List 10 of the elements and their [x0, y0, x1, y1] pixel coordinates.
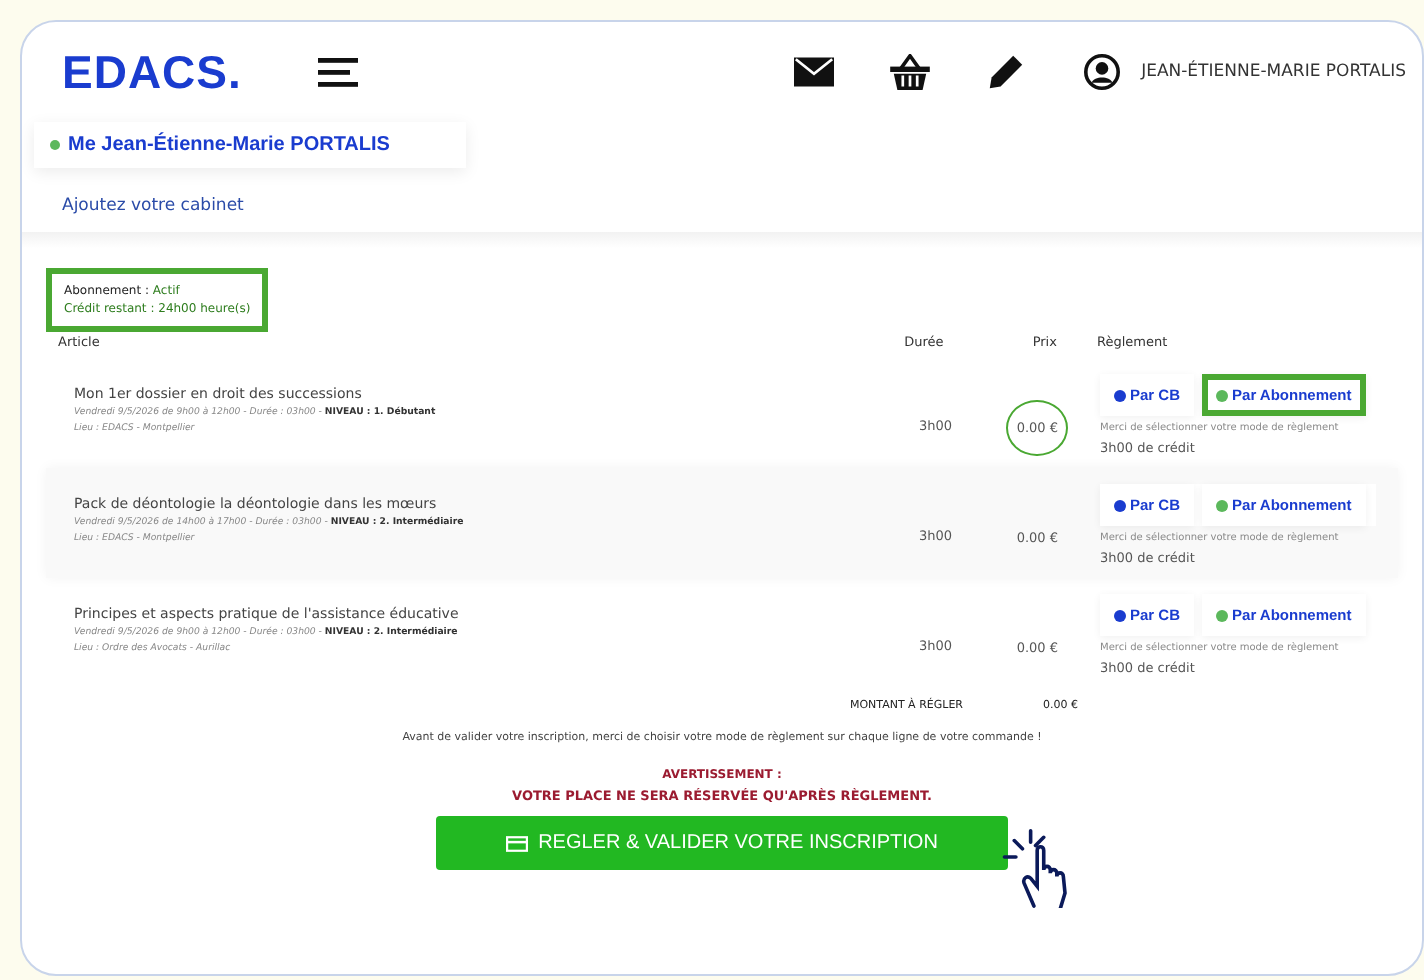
envelope-icon[interactable]: [793, 54, 834, 90]
account-name: Me Jean-Étienne-Marie PORTALIS: [68, 134, 390, 156]
user-icon[interactable]: [1081, 54, 1122, 90]
pencil-icon[interactable]: [985, 54, 1026, 90]
basket-icon[interactable]: [889, 54, 930, 90]
user-name[interactable]: JEAN-ÉTIENNE-MARIE PORTALIS: [1141, 62, 1406, 82]
add-office-link[interactable]: Ajoutez votre cabinet: [62, 196, 1422, 216]
logo[interactable]: EDACS.: [62, 45, 242, 99]
card-icon: [506, 835, 529, 851]
menu-icon[interactable]: [317, 54, 358, 90]
